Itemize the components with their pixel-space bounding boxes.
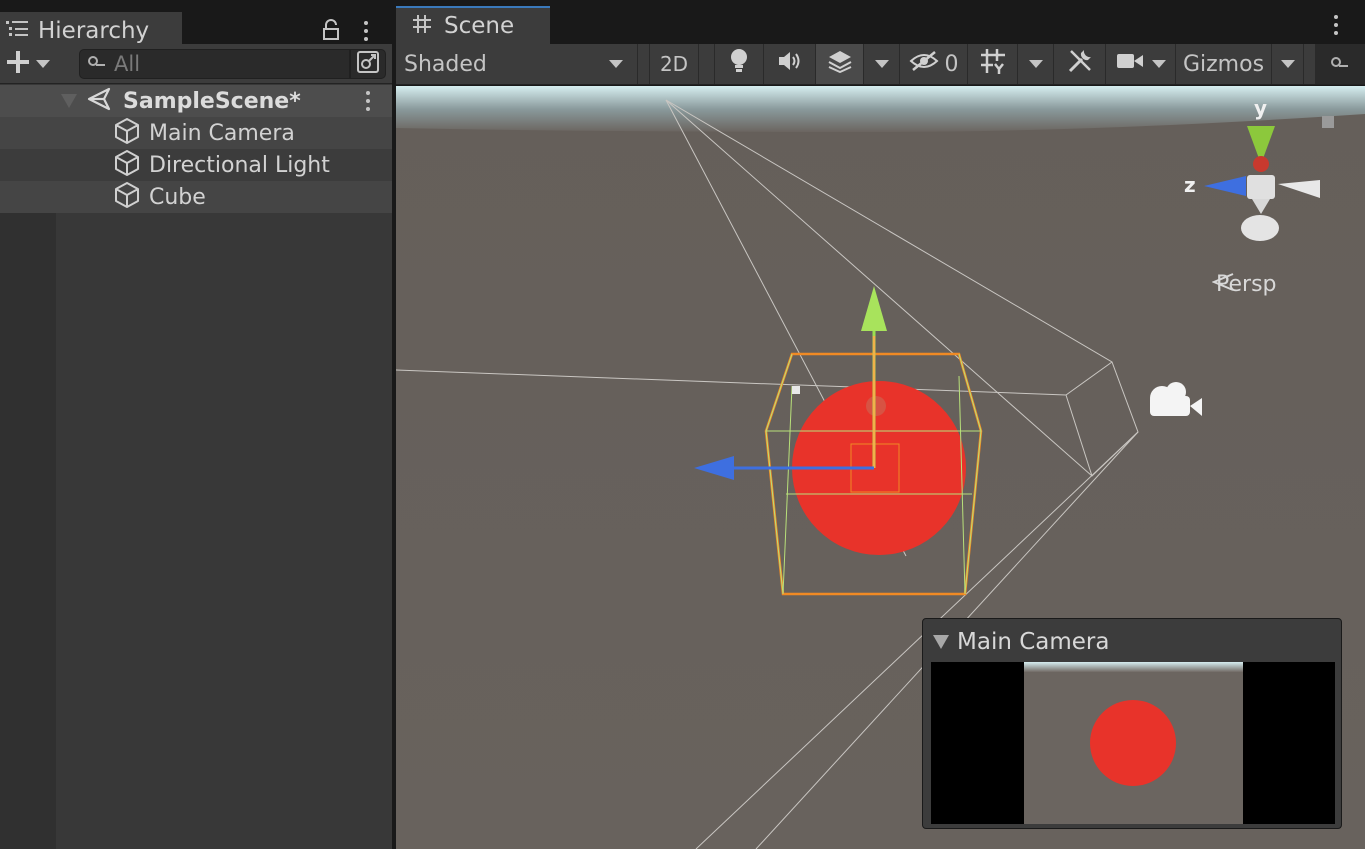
hierarchy-toolbar: All	[0, 44, 392, 84]
chevron-down-icon	[609, 60, 623, 68]
gameobject-cube-icon	[113, 181, 141, 213]
axis-label-y: y	[1254, 96, 1268, 120]
scene-search-button[interactable]	[1315, 44, 1365, 84]
hierarchy-item-main-camera[interactable]: Main Camera	[0, 117, 392, 149]
list-item-label: Directional Light	[149, 152, 330, 178]
create-button[interactable]	[4, 49, 58, 79]
effects-dropdown[interactable]	[864, 44, 900, 84]
gameobject-cube-icon	[113, 149, 141, 181]
camera-icon	[1116, 51, 1144, 77]
camera-preview[interactable]: Main Camera	[922, 618, 1342, 829]
chevron-down-icon	[874, 60, 889, 68]
draw-mode-value: Shaded	[404, 51, 487, 77]
audio-icon	[777, 50, 803, 78]
hierarchy-menu-icon[interactable]	[361, 21, 371, 41]
scene-toolbar: Shaded 2D 0 Gizmos	[396, 44, 1365, 85]
search-toggle-icon	[356, 50, 380, 78]
scene-panel: Scene Shaded 2D 0 Gizmos y z Persp Main …	[396, 0, 1365, 849]
search-icon	[88, 55, 106, 74]
gizmos-dropdown[interactable]	[1272, 44, 1304, 84]
scene-row[interactable]: SampleScene*	[0, 85, 392, 117]
visibility-icon	[909, 50, 939, 78]
scene-name: SampleScene*	[123, 88, 301, 114]
grid-snap-dropdown[interactable]	[1018, 44, 1054, 84]
effects-icon	[827, 49, 853, 79]
hierarchy-list-icon	[6, 20, 28, 42]
lighting-toggle-button[interactable]	[714, 44, 764, 84]
chevron-down-icon	[36, 60, 50, 68]
grid-snap-button[interactable]	[968, 44, 1018, 84]
grid-snap-icon	[979, 47, 1007, 81]
chevron-down-icon	[1028, 60, 1043, 68]
rotation-pivot	[866, 396, 886, 416]
search-placeholder: All	[114, 52, 141, 76]
list-item-label: Main Camera	[149, 120, 295, 146]
chevron-down-icon	[1280, 60, 1295, 68]
camera-preview-image	[931, 662, 1335, 824]
light-icon	[729, 48, 749, 80]
visibility-toggle-button[interactable]: 0	[900, 44, 968, 84]
scene-menu-icon[interactable]	[363, 91, 373, 111]
2d-label: 2D	[659, 52, 689, 76]
2d-toggle-button[interactable]: 2D	[649, 44, 699, 84]
search-icon	[1331, 52, 1349, 77]
plus-icon	[6, 50, 30, 78]
chevron-down-icon	[1151, 60, 1166, 68]
collapse-triangle-icon[interactable]	[933, 635, 949, 649]
search-toggle-button[interactable]	[350, 49, 386, 79]
cube-handle[interactable]	[792, 386, 800, 394]
projection-toggle[interactable]: Persp	[1212, 272, 1277, 297]
hierarchy-item-cube[interactable]: Cube	[0, 181, 392, 213]
tab-scene[interactable]: Scene	[396, 6, 550, 44]
camera-preview-title: Main Camera	[957, 629, 1110, 655]
gizmos-button[interactable]: Gizmos	[1176, 44, 1272, 84]
tools-icon	[1067, 48, 1093, 80]
scene-tab-menu-icon[interactable]	[1331, 15, 1341, 35]
hierarchy-panel: Hierarchy All SampleScene* Main Camera D…	[0, 0, 392, 849]
gizmos-label: Gizmos	[1182, 51, 1265, 77]
preview-sphere	[1090, 700, 1176, 786]
scene-tab-label: Scene	[444, 13, 515, 39]
hidden-count: 0	[944, 51, 959, 77]
unity-scene-icon	[87, 87, 113, 115]
grid-icon	[412, 14, 432, 38]
lock-icon[interactable]	[320, 19, 342, 45]
hierarchy-tabbar: Hierarchy	[0, 0, 392, 50]
scene-viewport[interactable]: y z Persp Main Camera	[396, 86, 1365, 849]
effects-toggle-button[interactable]	[816, 44, 864, 84]
search-input[interactable]: All	[79, 49, 350, 79]
camera-settings-button[interactable]	[1106, 44, 1176, 84]
tools-button[interactable]	[1054, 44, 1106, 84]
draw-mode-dropdown[interactable]: Shaded	[396, 44, 638, 84]
camera-preview-header[interactable]: Main Camera	[933, 629, 1109, 655]
audio-toggle-button[interactable]	[764, 44, 816, 84]
list-item-label: Cube	[149, 184, 206, 210]
axis-label-z: z	[1184, 173, 1196, 197]
hierarchy-tab-label: Hierarchy	[38, 18, 150, 44]
gameobject-cube-icon	[113, 117, 141, 149]
hierarchy-item-directional-light[interactable]: Directional Light	[0, 149, 392, 181]
expand-triangle-icon[interactable]	[61, 94, 77, 108]
scene-tabbar: Scene	[396, 0, 1365, 44]
